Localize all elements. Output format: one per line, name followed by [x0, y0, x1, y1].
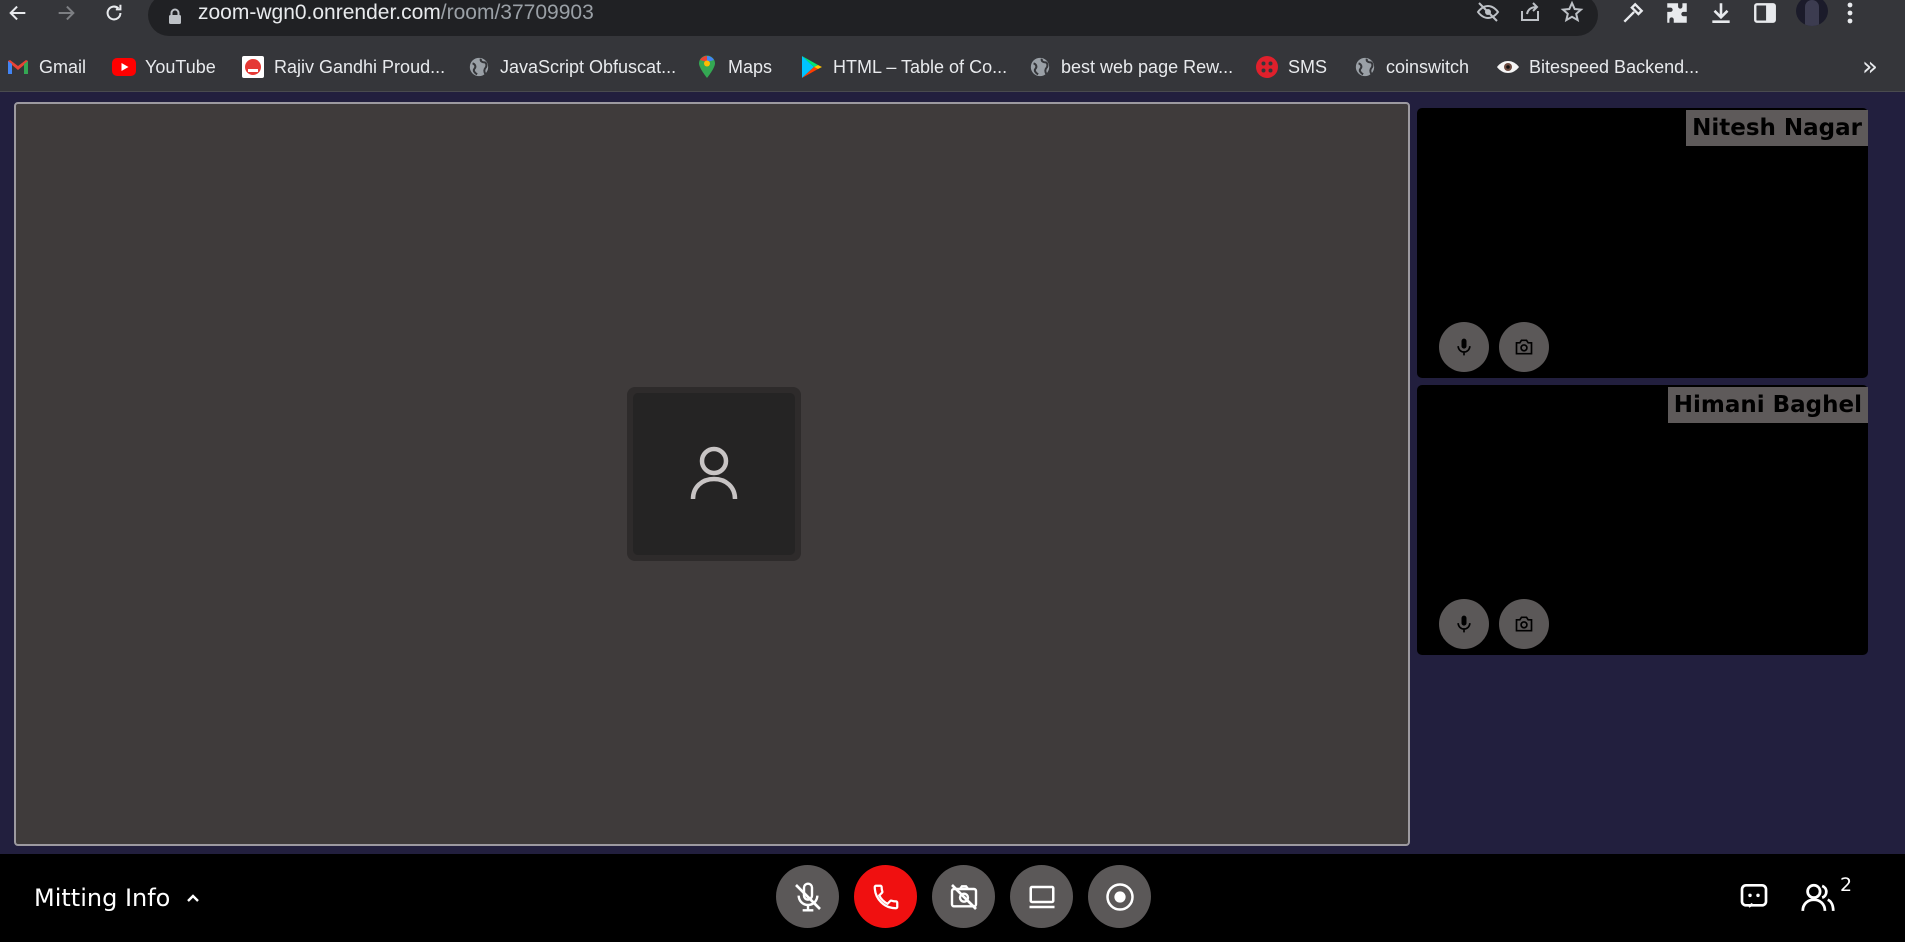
- university-logo-icon: [241, 55, 265, 79]
- play-store-icon: [800, 55, 824, 79]
- more-vert-icon[interactable]: [1846, 0, 1854, 26]
- star-icon[interactable]: [1560, 0, 1584, 24]
- share-icon[interactable]: [1518, 0, 1542, 24]
- main-video-tile: [14, 102, 1410, 846]
- download-icon[interactable]: [1708, 0, 1734, 26]
- profile-avatar[interactable]: [1796, 0, 1828, 26]
- camera-icon: [1515, 339, 1533, 355]
- bookmark-youtube[interactable]: YouTube: [112, 53, 216, 81]
- camera-off-icon: [950, 883, 977, 910]
- sms-icon: [1255, 55, 1279, 79]
- mute-microphone-button[interactable]: [776, 865, 839, 928]
- camera-icon: [1515, 616, 1533, 632]
- participant-camera-button[interactable]: [1499, 322, 1549, 372]
- bookmark-label: coinswitch: [1386, 56, 1470, 77]
- bookmark-label: Gmail: [39, 56, 87, 77]
- back-button[interactable]: [0, 0, 36, 26]
- url-text: zoom-wgn0.onrender.com/room/37709903: [198, 1, 594, 25]
- address-bar[interactable]: zoom-wgn0.onrender.com/room/37709903: [148, 0, 1598, 36]
- eye-off-icon[interactable]: [1476, 0, 1500, 24]
- bookmark-label: YouTube: [145, 56, 216, 77]
- microphone-off-icon: [794, 881, 821, 912]
- participant-mic-button[interactable]: [1439, 322, 1489, 372]
- microphone-icon: [1457, 615, 1471, 633]
- participant-mic-button[interactable]: [1439, 599, 1489, 649]
- youtube-icon: [112, 55, 136, 79]
- meeting-controls-bar: Mitting Info 2: [0, 854, 1905, 942]
- eyedropper-icon[interactable]: [1620, 0, 1646, 26]
- bookmark-coinswitch[interactable]: coinswitch: [1353, 53, 1469, 81]
- bookmark-label: SMS: [1288, 56, 1328, 77]
- forward-button[interactable]: [48, 0, 84, 26]
- bookmark-html-table[interactable]: HTML – Table of Co...: [800, 53, 1007, 81]
- monitor-icon: [1029, 885, 1054, 908]
- chevron-up-icon: [187, 894, 200, 902]
- chat-icon[interactable]: [1738, 880, 1770, 912]
- lock-icon: [169, 8, 181, 24]
- participant-name: Nitesh Nagar: [1686, 110, 1868, 146]
- bookmark-label: Maps: [728, 56, 773, 77]
- participant-camera-button[interactable]: [1499, 599, 1549, 649]
- end-call-button[interactable]: [854, 865, 917, 928]
- eye-icon: [1496, 55, 1520, 79]
- share-screen-button[interactable]: [1010, 865, 1073, 928]
- gmail-icon: [6, 55, 30, 79]
- arrow-right-icon: [58, 5, 75, 21]
- toggle-camera-button[interactable]: [932, 865, 995, 928]
- bookmark-best-web-page[interactable]: best web page Rew...: [1028, 53, 1233, 81]
- extensions-icon[interactable]: [1664, 0, 1690, 26]
- globe-icon: [1353, 55, 1377, 79]
- bookmark-gmail[interactable]: Gmail: [6, 53, 86, 81]
- phone-icon: [873, 884, 898, 909]
- bookmark-bitespeed[interactable]: Bitespeed Backend...: [1496, 53, 1699, 81]
- participant-count: 2: [1840, 874, 1853, 896]
- url-host: zoom-wgn0.onrender.com: [198, 1, 441, 24]
- browser-toolbar: zoom-wgn0.onrender.com/room/37709903: [0, 0, 1905, 47]
- bookmarks-overflow-button[interactable]: »: [1862, 52, 1878, 82]
- reload-button[interactable]: [96, 0, 132, 26]
- avatar-placeholder: [627, 387, 801, 561]
- maps-pin-icon: [695, 55, 719, 79]
- participant-tile: Nitesh Nagar: [1417, 108, 1868, 378]
- bookmark-sms[interactable]: SMS: [1255, 53, 1327, 81]
- participants-icon[interactable]: [1800, 880, 1836, 914]
- bookmark-label: JavaScript Obfuscat...: [500, 56, 677, 77]
- bookmark-label: best web page Rew...: [1061, 56, 1234, 77]
- globe-icon: [1028, 55, 1052, 79]
- record-icon: [1105, 882, 1134, 911]
- user-icon: [690, 446, 738, 500]
- meeting-stage: Nitesh Nagar Himani Baghel: [0, 92, 1905, 854]
- meeting-info-label: Mitting Info: [34, 884, 171, 912]
- side-panel-icon[interactable]: [1752, 0, 1778, 26]
- bookmarks-bar: Gmail YouTube Rajiv Gandhi Proud... Java…: [0, 47, 1905, 92]
- participant-tile: Himani Baghel: [1417, 385, 1868, 655]
- bookmark-label: Rajiv Gandhi Proud...: [274, 56, 446, 77]
- globe-icon: [467, 55, 491, 79]
- microphone-icon: [1457, 338, 1471, 356]
- reload-icon: [106, 4, 122, 21]
- bookmark-rajiv-gandhi[interactable]: Rajiv Gandhi Proud...: [241, 53, 445, 81]
- bookmark-maps[interactable]: Maps: [695, 53, 772, 81]
- bookmark-label: HTML – Table of Co...: [833, 56, 1008, 77]
- meeting-info-toggle[interactable]: Mitting Info: [34, 884, 200, 912]
- bookmark-javascript-obfuscator[interactable]: JavaScript Obfuscat...: [467, 53, 676, 81]
- record-button[interactable]: [1088, 865, 1151, 928]
- url-path: /room/37709903: [440, 1, 594, 24]
- arrow-left-icon: [9, 5, 26, 21]
- bookmark-label: Bitespeed Backend...: [1529, 56, 1700, 77]
- participant-name: Himani Baghel: [1667, 387, 1868, 423]
